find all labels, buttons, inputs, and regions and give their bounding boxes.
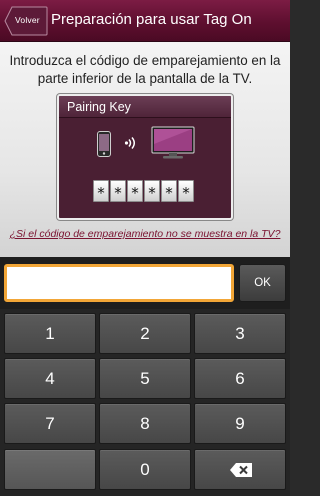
pairing-key-digit: * — [110, 180, 126, 202]
key-1[interactable]: 1 — [4, 313, 96, 354]
pairing-key-digit: * — [161, 180, 177, 202]
code-not-shown-link[interactable]: ¿Si el código de emparejamiento no se mu… — [4, 228, 286, 240]
instruction-area: Introduzca el código de emparejamiento e… — [0, 42, 290, 257]
title-bar: Volver Preparación para usar Tag On — [0, 0, 290, 42]
pairing-key-digit: * — [127, 180, 143, 202]
back-button-label: Volver — [15, 15, 40, 25]
signal-icon — [124, 137, 135, 149]
key-9[interactable]: 9 — [194, 403, 286, 444]
pairing-key-digit: * — [178, 180, 194, 202]
tv-icon — [151, 126, 195, 159]
phone-icon — [97, 131, 111, 157]
key-3[interactable]: 3 — [194, 313, 286, 354]
numeric-keypad: 1 2 3 4 5 6 7 8 9 0 — [0, 309, 290, 496]
key-8[interactable]: 8 — [99, 403, 191, 444]
code-entry-row: OK — [0, 257, 290, 309]
pairing-code-input[interactable] — [4, 264, 234, 302]
pairing-key-illustration: Pairing Key * * * * * * — [57, 94, 233, 220]
pairing-key-title: Pairing Key — [67, 100, 131, 114]
page-title: Preparación para usar Tag On — [51, 11, 252, 28]
backspace-icon — [230, 463, 252, 477]
ok-button[interactable]: OK — [239, 264, 286, 302]
key-7[interactable]: 7 — [4, 403, 96, 444]
key-6[interactable]: 6 — [194, 358, 286, 399]
pairing-key-header: Pairing Key — [59, 96, 231, 118]
key-4[interactable]: 4 — [4, 358, 96, 399]
key-2[interactable]: 2 — [99, 313, 191, 354]
back-button[interactable]: Volver — [4, 6, 48, 36]
backspace-key[interactable] — [194, 449, 286, 490]
pairing-key-digit: * — [93, 180, 109, 202]
key-5[interactable]: 5 — [99, 358, 191, 399]
pairing-key-digit: * — [144, 180, 160, 202]
instruction-text: Introduzca el código de emparejamiento e… — [9, 53, 281, 86]
pairing-key-digits: * * * * * * — [93, 180, 194, 204]
key-blank — [4, 449, 96, 490]
key-0[interactable]: 0 — [99, 449, 191, 490]
